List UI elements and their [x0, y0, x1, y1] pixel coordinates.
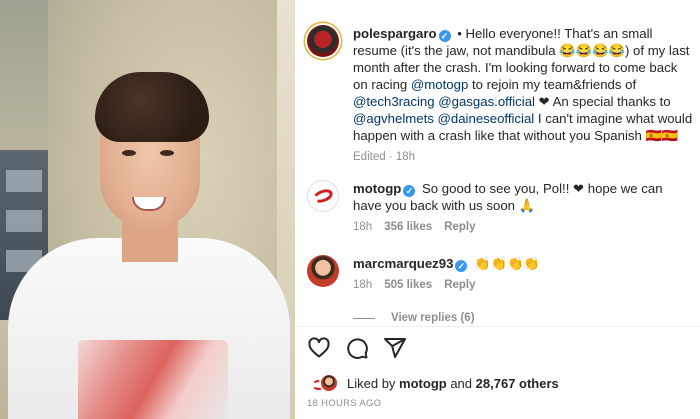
view-replies-label: View replies (6) — [391, 312, 475, 324]
comment-meta: 18h 505 likes Reply — [353, 279, 694, 291]
mention-link[interactable]: @agvhelmets — [353, 111, 434, 126]
edited-label: Edited · 18h — [353, 151, 416, 163]
avatar — [319, 373, 339, 393]
comment-time[interactable]: 18h — [353, 221, 372, 233]
comment-username[interactable]: motogp — [353, 181, 401, 196]
divider — [295, 326, 700, 327]
avatar[interactable] — [307, 180, 339, 212]
caption-username[interactable]: polespargaro — [353, 26, 437, 41]
liked-by-and: and — [450, 375, 473, 391]
avatar[interactable] — [307, 25, 339, 57]
comment-time[interactable]: 18h — [353, 279, 372, 291]
liked-by-prefix: Liked by — [347, 375, 396, 391]
comments-panel: polespargaro ✓ • Hello everyone!! That's … — [295, 0, 700, 419]
comments-scroll-area[interactable]: polespargaro ✓ • Hello everyone!! That's … — [295, 0, 700, 326]
verified-badge-icon: ✓ — [438, 30, 451, 42]
reply-button[interactable]: Reply — [444, 221, 475, 233]
comment-text: marcmarquez93 ✓ 👏👏👏👏 — [353, 255, 694, 272]
caption-text: polespargaro ✓ • Hello everyone!! That's … — [353, 25, 694, 144]
comment-meta: 18h 356 likes Reply — [353, 221, 694, 233]
caption-fragment: to rejoin my team&friends of — [468, 77, 637, 92]
eye — [160, 150, 174, 156]
caption-meta: Edited · 18h — [353, 151, 694, 163]
liked-by-user[interactable]: motogp — [399, 376, 447, 391]
heart-icon[interactable] — [307, 336, 331, 360]
verified-badge-icon: ✓ — [455, 260, 468, 272]
post-timestamp: 18 HOURS AGO — [307, 398, 382, 409]
caption: polespargaro ✓ • Hello everyone!! That's … — [307, 25, 700, 163]
caption-fragment: ❤ An special thanks to — [534, 94, 671, 109]
caption-body: • Hello everyone!! That's an small resum… — [353, 26, 692, 143]
comment-item: motogp ✓ So good to see you, Pol!! ❤ hope… — [307, 180, 700, 233]
share-icon[interactable] — [383, 336, 407, 360]
tshirt-print — [78, 340, 228, 419]
eye — [122, 150, 136, 156]
video-person — [0, 0, 295, 419]
replies-line — [353, 317, 375, 319]
post-viewer: polespargaro ✓ • Hello everyone!! That's … — [0, 0, 700, 419]
comment-icon[interactable] — [345, 336, 369, 360]
verified-badge-icon: ✓ — [403, 185, 416, 197]
mention-link[interactable]: @daineseofficial — [438, 111, 535, 126]
liked-by: Liked by motogp and 28,767 others — [307, 373, 559, 393]
action-bar — [307, 336, 407, 360]
comment-item: marcmarquez93 ✓ 👏👏👏👏 18h 505 likes Reply — [307, 255, 700, 291]
post-video[interactable] — [0, 0, 295, 419]
hair — [95, 72, 209, 142]
liker-avatars — [307, 373, 339, 393]
liked-by-others[interactable]: 28,767 others — [476, 376, 559, 391]
motogp-logo-icon — [311, 186, 335, 206]
comment-likes[interactable]: 356 likes — [384, 221, 432, 233]
comment-text: motogp ✓ So good to see you, Pol!! ❤ hope… — [353, 180, 694, 214]
comment-username[interactable]: marcmarquez93 — [353, 256, 453, 271]
comment-likes[interactable]: 505 likes — [384, 279, 432, 291]
view-replies[interactable]: View replies (6) — [353, 312, 475, 324]
reply-button[interactable]: Reply — [444, 279, 475, 291]
avatar[interactable] — [307, 255, 339, 287]
mention-link[interactable]: @tech3racing — [353, 94, 435, 109]
mention-link[interactable]: @gasgas.official — [438, 94, 535, 109]
comment-body: 👏👏👏👏 — [474, 256, 540, 271]
mention-link[interactable]: @motogp — [411, 77, 468, 92]
